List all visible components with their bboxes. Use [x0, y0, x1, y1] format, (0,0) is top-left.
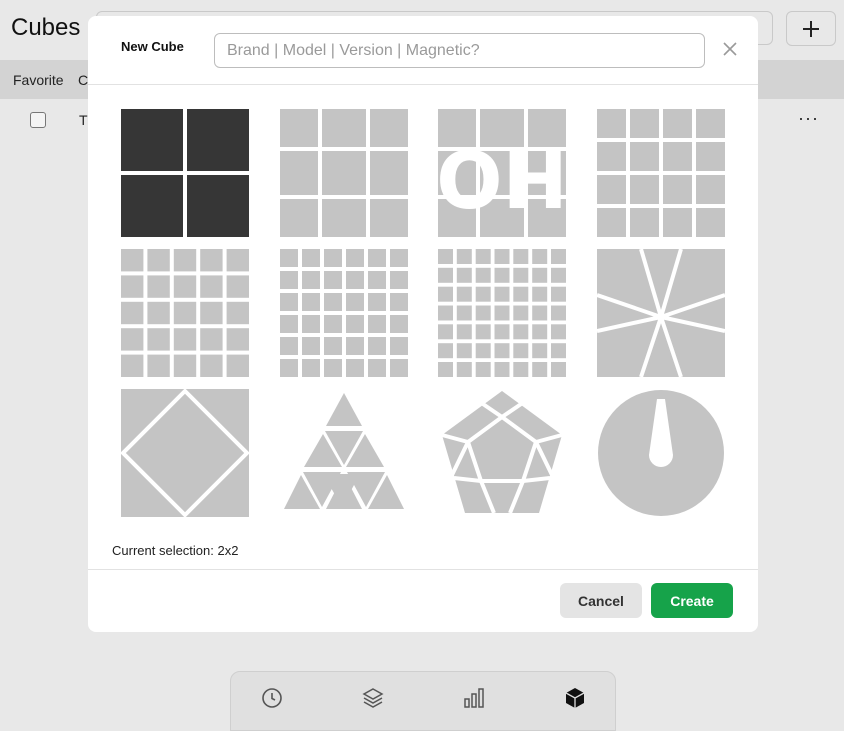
clock-icon — [262, 688, 282, 708]
column-header-second[interactable]: C — [78, 72, 88, 88]
page-title: Cubes — [11, 14, 81, 41]
bottom-navigation — [230, 671, 616, 731]
modal-title: New Cube — [121, 39, 184, 54]
oh-overlay-text: OH — [438, 137, 566, 227]
add-cube-button[interactable] — [786, 11, 836, 46]
puzzle-tile-pyraminx[interactable] — [280, 389, 408, 517]
row-checkbox[interactable] — [30, 112, 46, 128]
puzzle-tile-megaminx[interactable] — [438, 389, 566, 517]
puzzle-tile-7x7[interactable] — [438, 249, 566, 377]
puzzle-tile-skewb[interactable] — [121, 389, 249, 517]
column-header-favorite[interactable]: Favorite — [13, 72, 64, 88]
row-more-menu-icon[interactable]: ··· — [798, 108, 819, 129]
layers-icon — [362, 688, 384, 708]
puzzle-tile-4x4[interactable] — [597, 109, 725, 237]
footer-divider — [88, 569, 758, 570]
cube-icon — [565, 688, 585, 708]
row-text: T — [79, 112, 88, 128]
plus-icon — [803, 20, 819, 37]
puzzle-tile-square-1[interactable] — [597, 249, 725, 377]
puzzle-tile-2x2[interactable] — [121, 109, 249, 237]
bar-chart-icon — [464, 688, 484, 708]
puzzle-tile-5x5[interactable] — [121, 249, 249, 377]
puzzle-tile-3x3-oh[interactable]: OH — [438, 109, 566, 237]
nav-sessions[interactable] — [361, 686, 385, 710]
puzzle-tile-clock[interactable] — [597, 389, 725, 517]
nav-history[interactable] — [260, 686, 284, 710]
puzzle-tile-6x6[interactable] — [280, 249, 408, 377]
header-divider — [88, 84, 758, 85]
create-button[interactable]: Create — [651, 583, 733, 618]
close-modal-button[interactable] — [721, 40, 739, 58]
nav-cubes[interactable] — [563, 686, 587, 710]
puzzle-tile-3x3[interactable] — [280, 109, 408, 237]
current-selection-text: Current selection: 2x2 — [112, 543, 239, 558]
new-cube-modal: New Cube OH — [88, 16, 758, 632]
cancel-button[interactable]: Cancel — [560, 583, 642, 618]
cube-search-input[interactable] — [214, 33, 705, 68]
close-icon — [723, 42, 737, 56]
nav-stats[interactable] — [462, 686, 486, 710]
